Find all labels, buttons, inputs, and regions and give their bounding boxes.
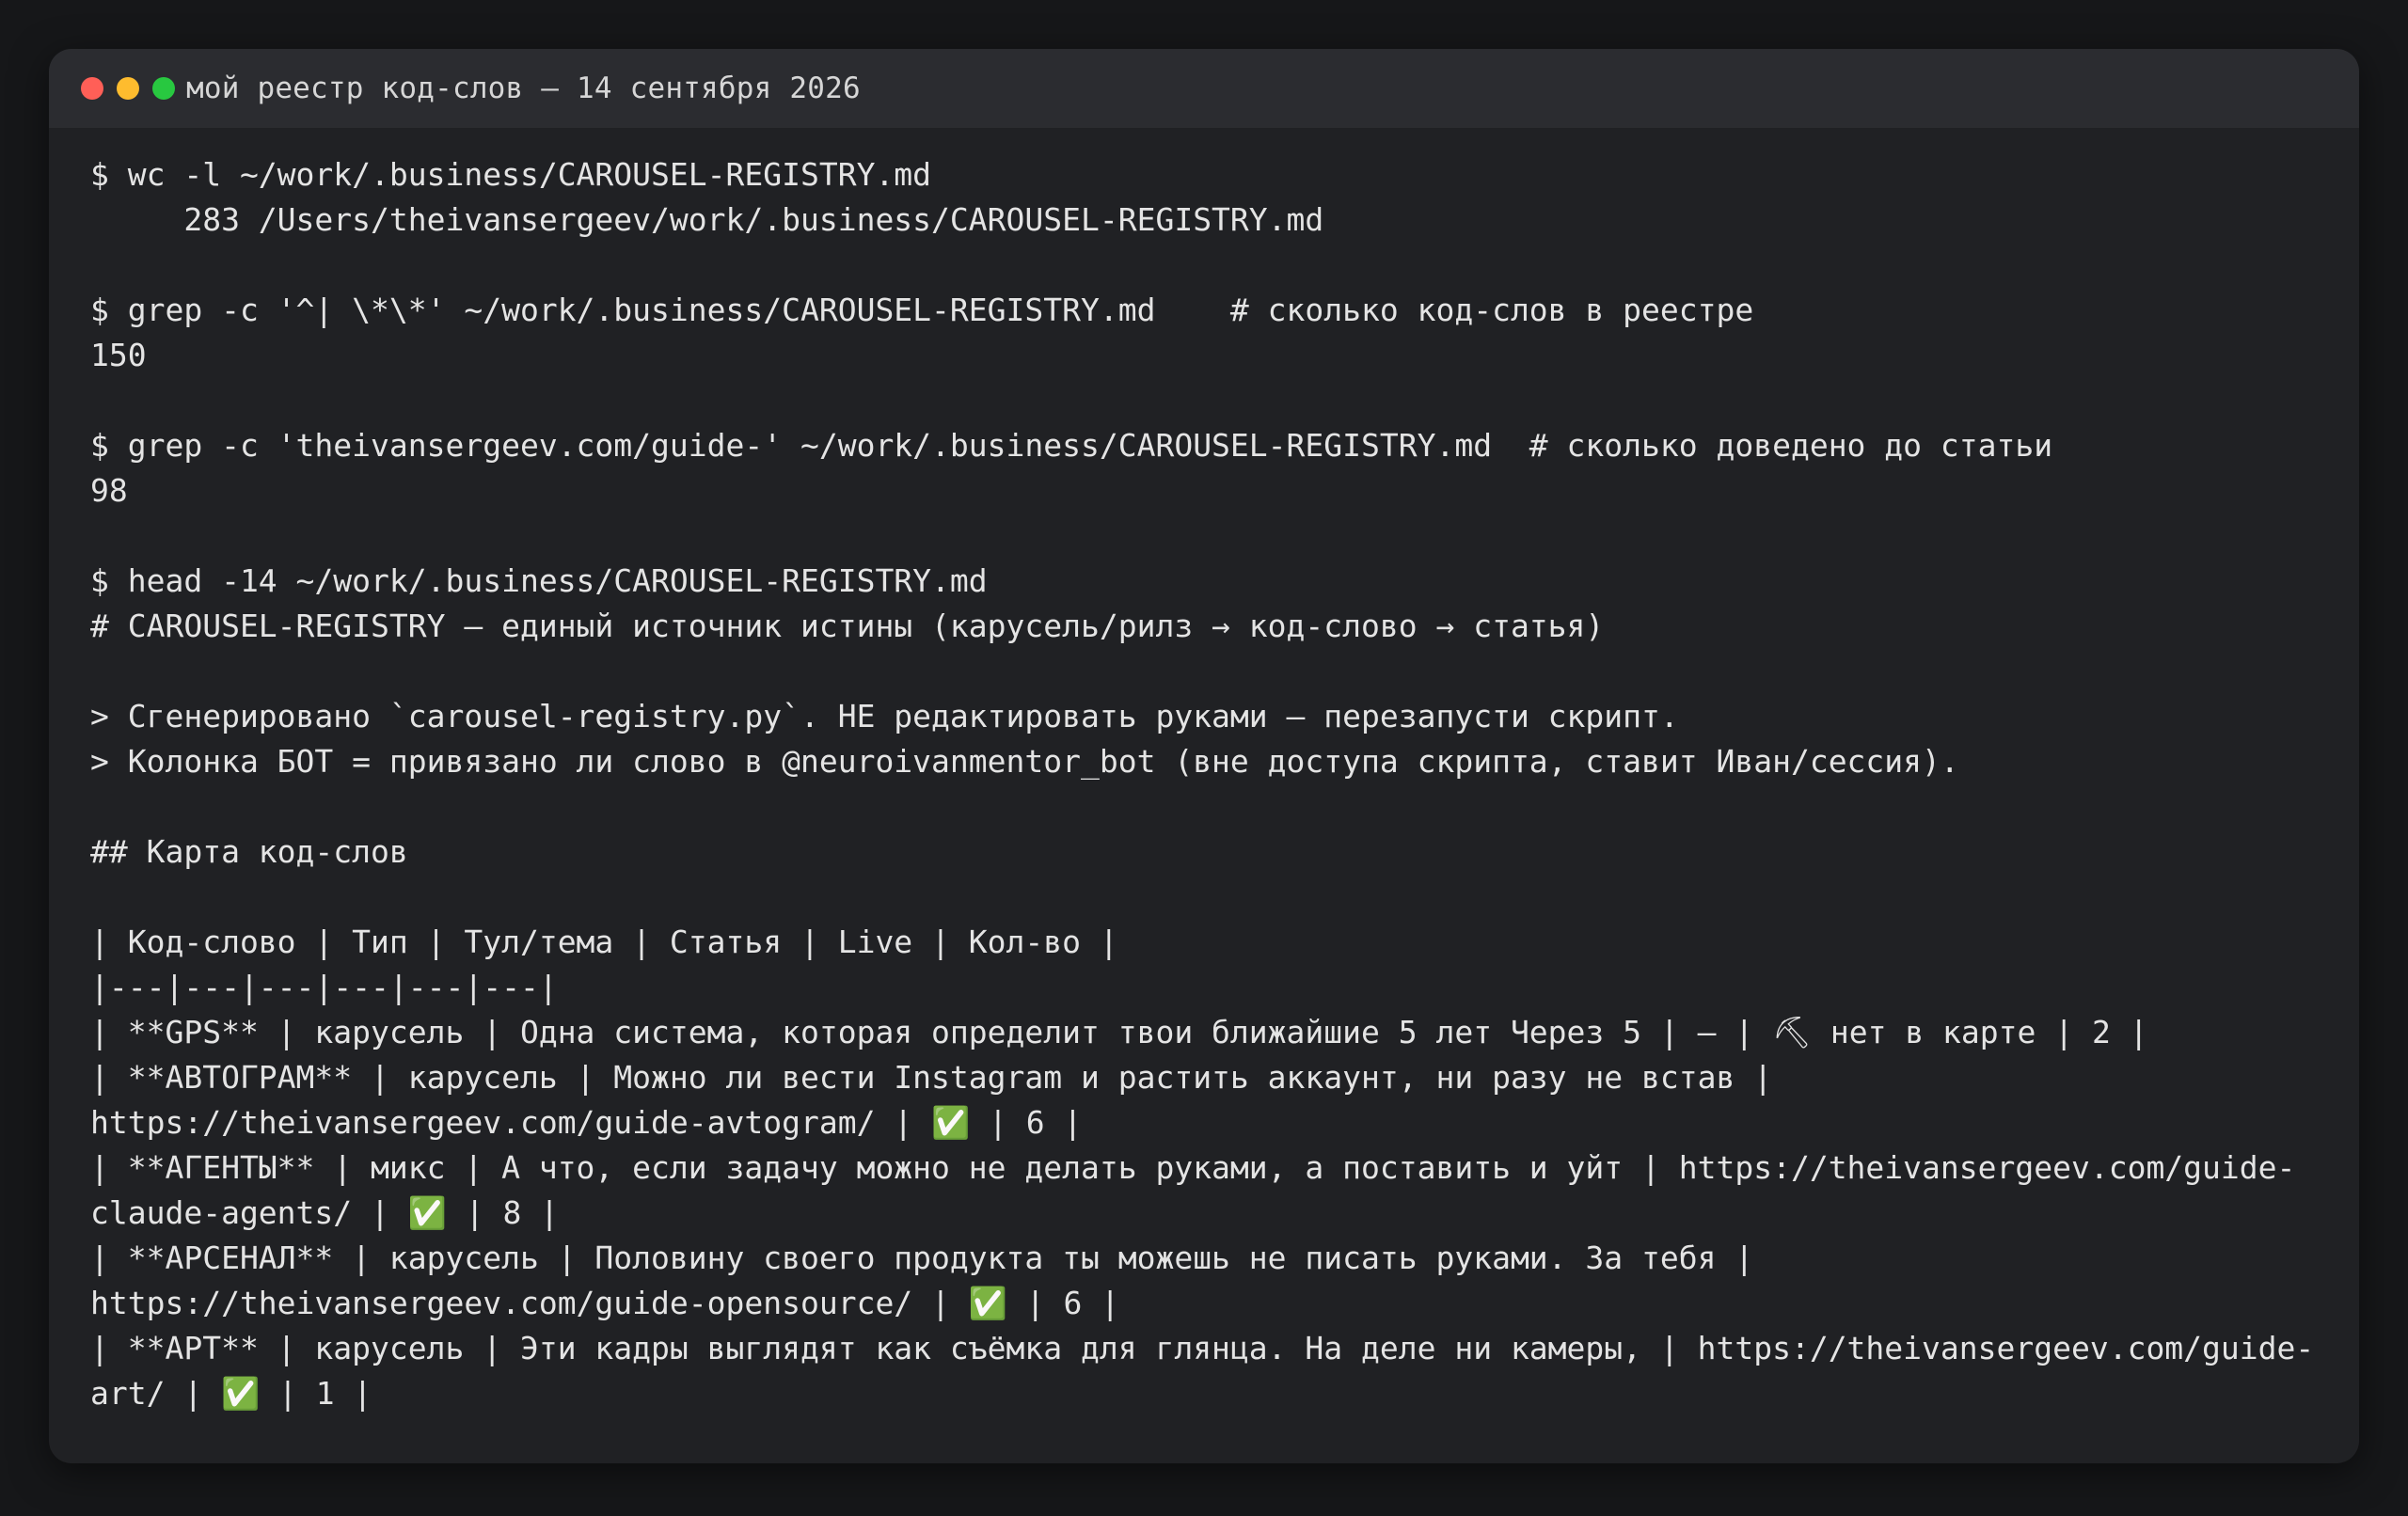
terminal-line: art/ | ✅ | 1 | [90,1375,372,1412]
terminal-output[interactable]: $ wc -l ~/work/.business/CAROUSEL-REGIST… [49,128,2359,1416]
terminal-line: claude-agents/ | ✅ | 8 | [90,1194,560,1231]
terminal-line: $ wc -l ~/work/.business/CAROUSEL-REGIST… [90,156,932,193]
terminal-line: 150 [90,337,147,373]
terminal-window: мой реестр код-слов — 14 сентября 2026 $… [49,49,2359,1463]
terminal-line: | **АРТ** | карусель | Эти кадры выглядя… [90,1330,2315,1366]
terminal-line: | **АВТОГРАМ** | карусель | Можно ли вес… [90,1059,1773,1096]
terminal-line: | **АРСЕНАЛ** | карусель | Половину свое… [90,1240,1754,1276]
terminal-line: | **GPS** | карусель | Одна система, кот… [90,1014,2148,1050]
terminal-line: > Сгенерировано `carousel-registry.py`. … [90,698,1679,734]
terminal-line: | Код-слово | Тип | Тул/тема | Статья | … [90,924,1118,960]
terminal-line: $ grep -c '^| \*\*' ~/work/.business/CAR… [90,292,1754,328]
terminal-line: 98 [90,472,128,509]
terminal-line: ## Карта код-слов [90,833,408,870]
terminal-line: $ grep -c 'theivansergeev.com/guide-' ~/… [90,427,2053,464]
close-button[interactable] [81,77,103,100]
terminal-line: https://theivansergeev.com/guide-opensou… [90,1285,1120,1321]
terminal-line: $ head -14 ~/work/.business/CAROUSEL-REG… [90,562,988,599]
zoom-button[interactable] [152,77,175,100]
terminal-line: > Колонка БОТ = привязано ли слово в @ne… [90,743,1959,780]
terminal-line: https://theivansergeev.com/guide-avtogra… [90,1104,1083,1141]
window-title: мой реестр код-слов — 14 сентября 2026 [186,71,861,105]
terminal-line: 283 /Users/theivansergeev/work/.business… [90,201,1324,238]
terminal-line: |---|---|---|---|---|---| [90,969,558,1005]
terminal-line: | **АГЕНТЫ** | микс | А что, если задачу… [90,1149,2296,1186]
title-bar: мой реестр код-слов — 14 сентября 2026 [49,49,2359,128]
minimize-button[interactable] [117,77,139,100]
terminal-line: # CAROUSEL-REGISTRY — единый источник ис… [90,608,1605,644]
